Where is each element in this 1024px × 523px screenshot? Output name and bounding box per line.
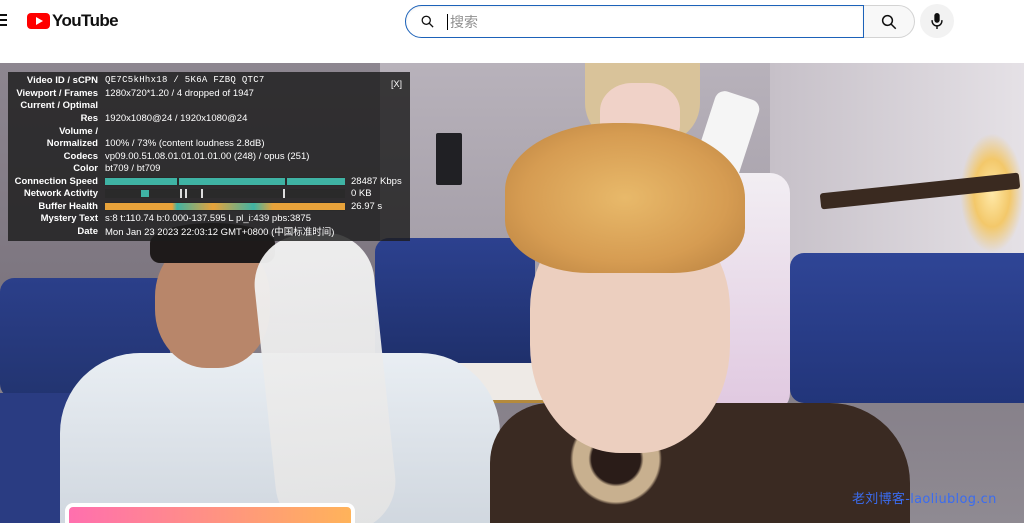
stats-label: Normalized <box>46 137 98 149</box>
stats-value: s:8 t:110.74 b:0.000-137.595 L pl_i:439 … <box>105 212 311 224</box>
stats-value: 100% / 73% (content loudness 2.8dB) <box>105 137 265 149</box>
stats-value: QE7C5kHhx18 / 5K6A FZBQ QTC7 <box>105 75 265 86</box>
stats-label: Mystery Text <box>40 212 98 224</box>
stats-label: Codecs <box>63 150 98 162</box>
search-button[interactable] <box>864 5 915 38</box>
video-speaker <box>436 133 462 185</box>
stats-row-network-activity: Network Activity 0 KB <box>8 187 410 200</box>
stats-value: vp09.00.51.08.01.01.01.01.00 (248) / opu… <box>105 150 310 162</box>
stats-value: 0 KB <box>351 187 372 199</box>
stats-row-date: Date Mon Jan 23 2023 22:03:12 GMT+0800 (… <box>8 225 410 239</box>
search-icon <box>421 15 434 28</box>
connection-speed-graph <box>105 176 345 186</box>
stats-label: Buffer Health <box>38 200 98 212</box>
stats-value: bt709 / bt709 <box>105 162 161 174</box>
youtube-logo-icon <box>27 13 50 29</box>
video-caption-banner <box>65 503 355 523</box>
stats-label: Current / Optimal <box>20 99 98 111</box>
stats-value: 28487 Kbps <box>351 175 402 187</box>
stats-label: Date <box>77 225 98 237</box>
search-button-icon <box>881 14 897 29</box>
stats-row-current-optimal: Current / Optimal <box>8 99 410 112</box>
stats-value: 26.97 s <box>351 200 383 212</box>
buffer-health-fill <box>105 202 345 210</box>
stats-label: Res <box>80 112 98 124</box>
stats-row-normalized: Normalized 100% / 73% (content loudness … <box>8 137 410 150</box>
stats-label: Network Activity <box>23 187 98 199</box>
stats-label: Video ID / sCPN <box>26 74 98 86</box>
stats-label: Viewport / Frames <box>16 87 98 99</box>
network-activity-graph <box>105 188 345 198</box>
stats-row-buffer-health: Buffer Health 26.97 s <box>8 200 410 213</box>
stats-row-codecs: Codecs vp09.00.51.08.01.01.01.01.00 (248… <box>8 150 410 163</box>
logo-text: YouTube <box>52 11 119 30</box>
search-input[interactable] <box>450 13 830 30</box>
menu-icon[interactable] <box>0 14 7 26</box>
stats-row-color: Color bt709 / bt709 <box>8 162 410 175</box>
buffer-health-graph <box>105 201 345 211</box>
stats-for-nerds-panel: [X] Video ID / sCPN QE7C5kHhx18 / 5K6A F… <box>8 72 410 241</box>
stats-row-volume: Volume / <box>8 125 410 138</box>
text-caret <box>447 13 448 30</box>
stats-label: Color <box>73 162 98 174</box>
stats-value: 1280x720*1.20 / 4 dropped of 1947 <box>105 87 254 99</box>
voice-search-button[interactable] <box>920 4 954 38</box>
stats-value: 1920x1080@24 / 1920x1080@24 <box>105 112 248 124</box>
search-bar <box>405 5 915 38</box>
stats-label: Connection Speed <box>14 175 98 187</box>
watermark: 老刘博客-laoliublog.cn <box>852 492 997 507</box>
video-sofa-middle <box>375 238 535 368</box>
stats-row-video-id: Video ID / sCPN QE7C5kHhx18 / 5K6A FZBQ … <box>8 74 410 87</box>
stats-label: Volume / <box>59 125 98 137</box>
youtube-logo[interactable]: YouTube <box>27 11 119 31</box>
mic-icon <box>931 13 943 29</box>
masthead: YouTube <box>0 0 1024 44</box>
video-person-right-hair <box>505 123 745 273</box>
stats-row-res: Res 1920x1080@24 / 1920x1080@24 <box>8 112 410 125</box>
stats-row-connection-speed: Connection Speed 28487 Kbps <box>8 175 410 188</box>
connection-speed-fill <box>105 177 345 185</box>
stats-row-viewport: Viewport / Frames 1280x720*1.20 / 4 drop… <box>8 87 410 100</box>
stats-row-mystery-text: Mystery Text s:8 t:110.74 b:0.000-137.59… <box>8 212 410 225</box>
stats-value: Mon Jan 23 2023 22:03:12 GMT+0800 (中国标准时… <box>105 227 335 239</box>
video-sofa-right <box>790 253 1024 403</box>
search-box[interactable] <box>405 5 864 38</box>
